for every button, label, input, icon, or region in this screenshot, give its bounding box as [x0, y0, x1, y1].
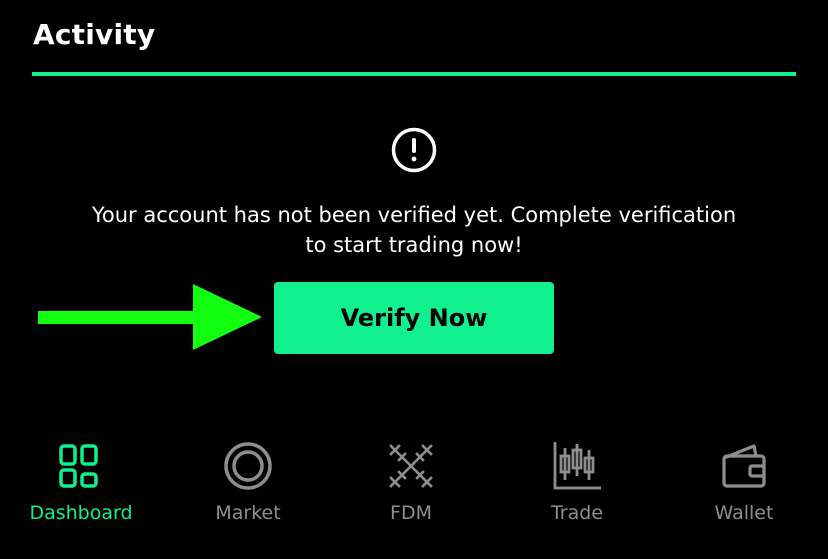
- nav-item-trade[interactable]: Trade: [502, 440, 652, 536]
- trade-icon: [553, 442, 601, 490]
- nav-label-trade: Trade: [550, 502, 604, 524]
- exclamation-circle-icon: [391, 127, 437, 173]
- nav-item-dashboard[interactable]: Dashboard: [6, 440, 156, 536]
- nav-label-wallet: Wallet: [714, 502, 774, 524]
- nav-item-fdm[interactable]: FDM: [336, 440, 486, 536]
- nav-label-market: Market: [215, 502, 281, 524]
- tab-indicator: [32, 72, 796, 76]
- nav-label-fdm: FDM: [390, 502, 432, 524]
- page-title: Activity: [33, 18, 156, 51]
- fdm-icon: [389, 444, 433, 488]
- nav-item-market[interactable]: Market: [173, 440, 323, 536]
- verification-message: Your account has not been verified yet. …: [91, 203, 737, 257]
- dashboard-icon: [59, 444, 98, 488]
- verify-now-button[interactable]: Verify Now: [274, 282, 554, 354]
- market-icon: [224, 442, 272, 490]
- nav-item-wallet[interactable]: Wallet: [669, 440, 819, 536]
- wallet-icon: [722, 444, 766, 488]
- arrow-right-icon: [38, 284, 262, 350]
- bottom-nav: Dashboard Market FDM Trade Wallet: [0, 440, 828, 540]
- nav-label-dashboard: Dashboard: [29, 502, 133, 524]
